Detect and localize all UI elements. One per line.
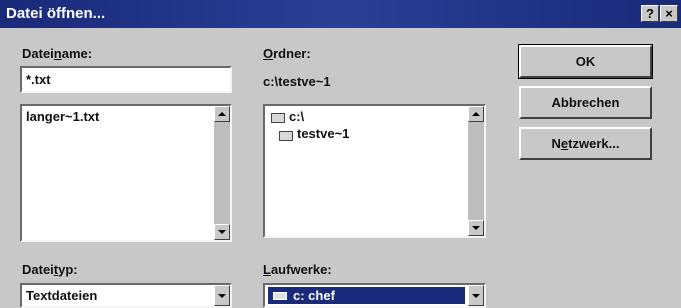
ok-button[interactable]: OK — [518, 44, 653, 79]
filetype-select[interactable]: Textdateien — [20, 283, 232, 308]
help-button[interactable]: ? — [641, 5, 659, 22]
file-list[interactable]: langer~1.txt — [20, 104, 232, 242]
scroll-down-button[interactable] — [214, 224, 230, 240]
open-folder-icon — [271, 113, 285, 123]
hard-drive-icon — [273, 292, 287, 300]
filename-label: Dateiname: — [22, 46, 93, 61]
filetype-selected: Textdateien — [26, 288, 98, 303]
arrow-down-icon — [218, 230, 226, 234]
folder-list-scrollbar[interactable] — [468, 106, 484, 236]
file-list-item[interactable]: langer~1.txt — [26, 109, 99, 124]
current-path: c:\testve~1 — [263, 74, 331, 89]
drive-selected: c: chef — [293, 288, 335, 303]
drives-label: Laufwerke: — [263, 262, 332, 277]
file-list-scrollbar[interactable] — [214, 106, 230, 240]
chevron-down-icon — [472, 294, 480, 298]
window-title: Datei öffnen... — [6, 5, 106, 22]
arrow-up-icon — [472, 112, 480, 116]
scroll-down-button[interactable] — [468, 220, 484, 236]
folders-label: Ordner: — [263, 46, 311, 61]
close-button[interactable]: × — [660, 5, 678, 22]
cancel-button[interactable]: Abbrechen — [519, 86, 652, 119]
filetype-dropdown-button[interactable] — [214, 285, 230, 306]
folder-list[interactable]: c:\ testve~1 — [263, 104, 486, 238]
open-folder-icon — [279, 131, 293, 141]
chevron-down-icon — [218, 294, 226, 298]
filename-input[interactable]: *.txt — [20, 66, 232, 93]
drives-select[interactable]: c: chef — [263, 283, 486, 308]
arrow-up-icon — [218, 112, 226, 116]
arrow-down-icon — [472, 226, 480, 230]
file-open-dialog: Datei öffnen... ? × Dateiname: *.txt lan… — [0, 0, 681, 308]
drives-dropdown-button[interactable] — [468, 285, 484, 306]
folder-item-current[interactable]: testve~1 — [297, 126, 349, 141]
scroll-up-button[interactable] — [214, 106, 230, 122]
title-bar[interactable]: Datei öffnen... ? × — [0, 0, 681, 28]
network-button[interactable]: Netzwerk... — [519, 127, 652, 160]
filetype-label: Dateityp: — [22, 262, 78, 277]
scroll-up-button[interactable] — [468, 106, 484, 122]
folder-item-root[interactable]: c:\ — [289, 109, 304, 124]
filename-input-value: *.txt — [26, 72, 51, 87]
